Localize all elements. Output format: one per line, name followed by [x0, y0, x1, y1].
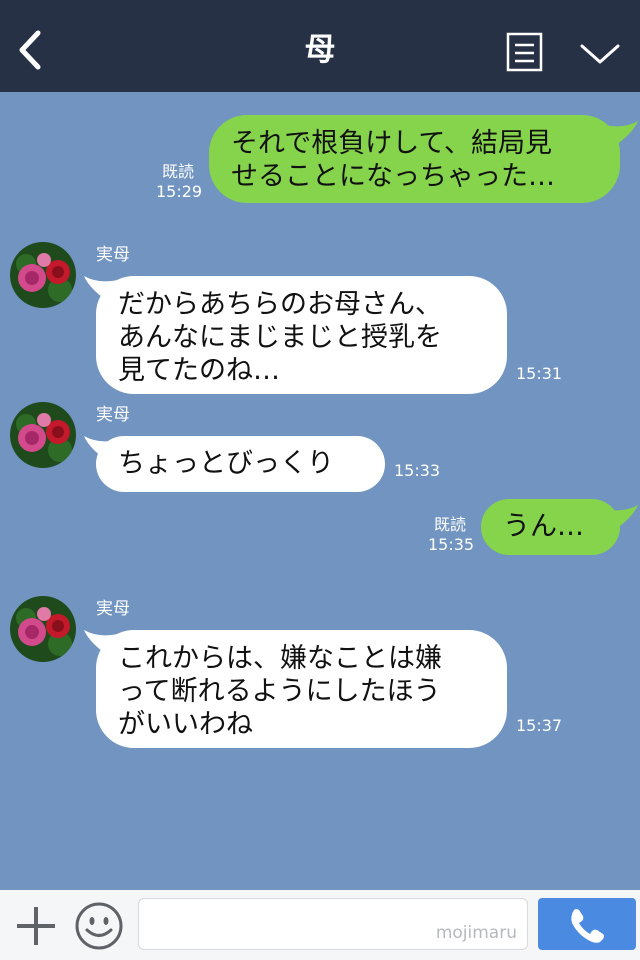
message-time: 15:29: [156, 182, 203, 201]
rose-avatar-icon: [10, 596, 76, 662]
rose-avatar-icon: [10, 402, 76, 468]
message-bubble-incoming[interactable]: ちょっとびっくり: [96, 436, 385, 492]
sender-name: 実母: [96, 245, 130, 265]
message-composer: mojimaru: [0, 890, 640, 960]
plus-icon: [17, 907, 55, 945]
message-bubble-incoming[interactable]: だからあちらのお母さん、 あんなにまじまじと授乳を 見てたのね…: [96, 276, 507, 394]
message-text: これからは、嫌なことは嫌 って断れるようにしたほう がいいわね: [118, 643, 442, 740]
notes-menu-button[interactable]: [506, 32, 543, 72]
sender-name: 実母: [96, 599, 130, 619]
message-time: 15:31: [516, 364, 563, 383]
notes-menu-icon: [506, 32, 543, 72]
message-time: 15:37: [516, 716, 563, 735]
message-text: それで根負けして、結局見 せることになっちゃった…: [231, 128, 555, 192]
message-text: ちょっとびっくり: [118, 448, 334, 479]
chevron-down-icon: [580, 44, 620, 64]
avatar[interactable]: [10, 242, 76, 308]
message-time: 15:35: [428, 535, 475, 554]
message-bubble-incoming[interactable]: これからは、嫌なことは嫌 って断れるようにしたほう がいいわね: [96, 630, 507, 748]
message-text: だからあちらのお母さん、 あんなにまじまじと授乳を 見てたのね…: [118, 289, 442, 386]
phone-icon: [571, 909, 604, 943]
avatar[interactable]: [10, 596, 76, 662]
emoji-button[interactable]: [74, 901, 124, 951]
read-receipt: 既読 15:35: [428, 515, 475, 555]
watermark: mojimaru: [435, 923, 517, 943]
chat-title: 母: [304, 32, 336, 68]
read-label: 既読: [161, 162, 194, 181]
read-receipt: 既読 15:29: [156, 162, 203, 202]
add-button[interactable]: [14, 904, 58, 948]
message-time: 15:33: [394, 461, 441, 480]
message-bubble-outgoing[interactable]: それで根負けして、結局見 せることになっちゃった…: [209, 115, 620, 203]
read-label: 既読: [433, 515, 466, 534]
chat-header: 母: [0, 0, 640, 92]
smiley-icon: [75, 902, 123, 950]
call-button[interactable]: [538, 898, 636, 950]
expand-button[interactable]: [578, 38, 622, 68]
avatar[interactable]: [10, 402, 76, 468]
sender-name: 実母: [96, 405, 130, 425]
rose-avatar-icon: [10, 242, 76, 308]
message-bubble-outgoing[interactable]: うん…: [481, 499, 620, 555]
message-text: うん…: [503, 511, 584, 542]
message-input[interactable]: mojimaru: [138, 898, 528, 950]
